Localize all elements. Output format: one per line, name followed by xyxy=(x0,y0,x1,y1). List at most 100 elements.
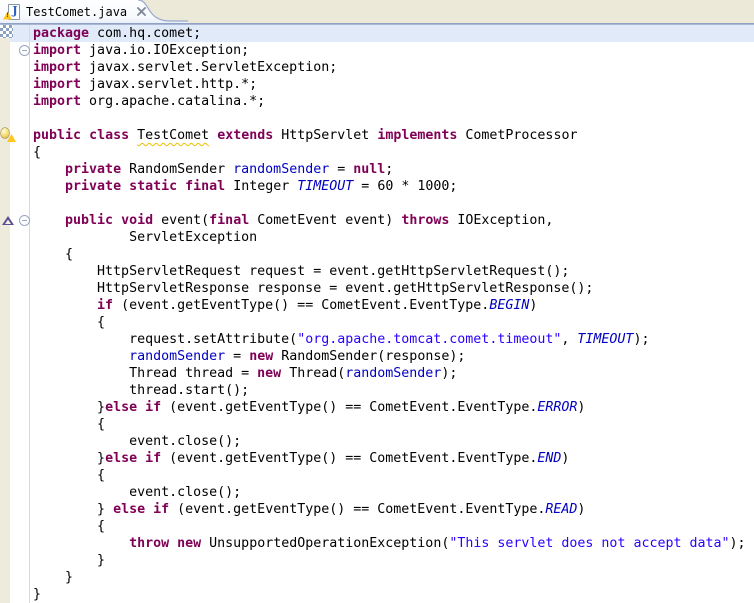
warning-marker-icon[interactable] xyxy=(1,128,16,142)
code-token: randomSender xyxy=(345,366,442,381)
code-line[interactable]: { xyxy=(33,144,754,161)
editor-tab-bar: J ! TestComet.java xyxy=(0,0,754,25)
code-line[interactable]: } xyxy=(33,569,754,586)
code-line[interactable]: private static final Integer TIMEOUT = 6… xyxy=(33,178,754,195)
code-line[interactable]: public void event(final CometEvent event… xyxy=(33,212,754,229)
code-token: { xyxy=(33,417,106,432)
code-token: randomSender xyxy=(129,349,226,364)
override-triangle-icon[interactable] xyxy=(2,216,14,225)
code-token: import xyxy=(33,60,82,75)
code-token: = 60 * 1000; xyxy=(353,179,458,194)
code-token: extends xyxy=(217,128,274,143)
code-line[interactable]: import javax.servlet.http.*; xyxy=(33,76,754,93)
code-token: Thread( xyxy=(281,366,346,381)
tab-title: TestComet.java xyxy=(26,4,128,19)
code-token: new xyxy=(257,366,282,381)
code-line[interactable]: } else if (event.getEventType() == Comet… xyxy=(33,501,754,518)
fold-collapse-icon[interactable] xyxy=(19,215,30,226)
code-line[interactable]: thread.start(); xyxy=(33,382,754,399)
code-line[interactable]: if (event.getEventType() == CometEvent.E… xyxy=(33,297,754,314)
code-line[interactable]: ServletException xyxy=(33,229,754,246)
code-token: CometEvent event) xyxy=(249,213,402,228)
code-token: request.setAttribute( xyxy=(33,332,298,347)
code-token: private xyxy=(65,179,122,194)
code-token: ERROR xyxy=(537,400,578,415)
code-line[interactable]: HttpServletRequest request = event.getHt… xyxy=(33,263,754,280)
code-lines[interactable]: package com.hq.comet; import java.io.IOEx… xyxy=(33,25,754,603)
code-token: } xyxy=(33,400,106,415)
code-line[interactable]: import org.apache.catalina.*; xyxy=(33,93,754,110)
close-icon[interactable] xyxy=(136,6,147,17)
code-token: IOException, xyxy=(449,213,554,228)
code-token: if xyxy=(97,298,114,313)
java-file-icon: J ! xyxy=(3,3,20,20)
code-token: ; xyxy=(385,162,394,177)
code-line[interactable]: HttpServletResponse response = event.get… xyxy=(33,280,754,297)
code-token: , xyxy=(561,332,578,347)
code-token: CometProcessor xyxy=(457,128,578,143)
code-token: if xyxy=(145,400,162,415)
code-line[interactable]: import javax.servlet.ServletException; xyxy=(33,59,754,76)
code-token: (event.getEventType() == CometEvent.Even… xyxy=(169,502,546,517)
code-line[interactable]: } xyxy=(33,552,754,569)
code-token: TIMEOUT xyxy=(577,332,634,347)
code-line[interactable] xyxy=(33,110,754,127)
code-token: ServletException xyxy=(33,230,258,245)
code-line[interactable]: }else if (event.getEventType() == CometE… xyxy=(33,399,754,416)
code-token: HttpServletRequest request = event.getHt… xyxy=(33,264,570,279)
code-token: javax.servlet.ServletException; xyxy=(81,60,338,75)
code-line[interactable]: }else if (event.getEventType() == CometE… xyxy=(33,450,754,467)
eclipse-editor-window: J ! TestComet.java package com.hq.comet;… xyxy=(0,0,754,603)
code-token: { xyxy=(33,519,106,534)
code-token: } xyxy=(33,553,106,568)
code-line[interactable]: event.close(); xyxy=(33,484,754,501)
code-token: END xyxy=(537,451,562,466)
code-line[interactable]: request.setAttribute("org.apache.tomcat.… xyxy=(33,331,754,348)
code-token: ) xyxy=(577,400,586,415)
folding-ruler-border xyxy=(29,25,30,603)
code-line[interactable]: import java.io.IOException; xyxy=(33,42,754,59)
code-token: private xyxy=(65,162,122,177)
code-line[interactable]: private RandomSender randomSender = null… xyxy=(33,161,754,178)
code-token: (event.getEventType() == CometEvent.Even… xyxy=(113,298,490,313)
code-line[interactable]: Thread thread = new Thread(randomSender)… xyxy=(33,365,754,382)
code-token: } xyxy=(33,502,114,517)
code-line[interactable]: { xyxy=(33,416,754,433)
code-line[interactable]: { xyxy=(33,518,754,535)
code-line[interactable]: } xyxy=(33,586,754,603)
code-token: (event.getEventType() == CometEvent.Even… xyxy=(161,400,538,415)
code-token: class xyxy=(89,128,130,143)
code-token: ) xyxy=(577,502,586,517)
code-token: BEGIN xyxy=(489,298,530,313)
code-token: TIMEOUT xyxy=(297,179,354,194)
code-token: Thread thread = xyxy=(33,366,258,381)
code-token: READ xyxy=(545,502,578,517)
code-line[interactable]: { xyxy=(33,314,754,331)
ruler-header-checker xyxy=(0,25,13,38)
code-token: ); xyxy=(633,332,650,347)
code-line[interactable]: { xyxy=(33,246,754,263)
code-line[interactable]: { xyxy=(33,467,754,484)
fold-collapse-icon[interactable] xyxy=(19,45,30,56)
code-token: new xyxy=(249,349,274,364)
code-line[interactable] xyxy=(33,195,754,212)
code-line[interactable]: public class TestComet extends HttpServl… xyxy=(33,127,754,144)
code-token: event.close(); xyxy=(33,485,242,500)
code-editor[interactable]: package com.hq.comet; import java.io.IOEx… xyxy=(0,25,754,603)
tab-testcomet[interactable]: J ! TestComet.java xyxy=(0,0,200,23)
annotation-ruler[interactable] xyxy=(0,25,10,603)
code-line[interactable]: event.close(); xyxy=(33,433,754,450)
code-token: java.io.IOException; xyxy=(81,43,250,58)
code-line[interactable]: package com.hq.comet; xyxy=(33,25,754,42)
code-line[interactable]: throw new UnsupportedOperationException(… xyxy=(33,535,754,552)
code-line[interactable]: randomSender = new RandomSender(response… xyxy=(33,348,754,365)
code-token: org.apache.catalina.*; xyxy=(81,94,266,109)
